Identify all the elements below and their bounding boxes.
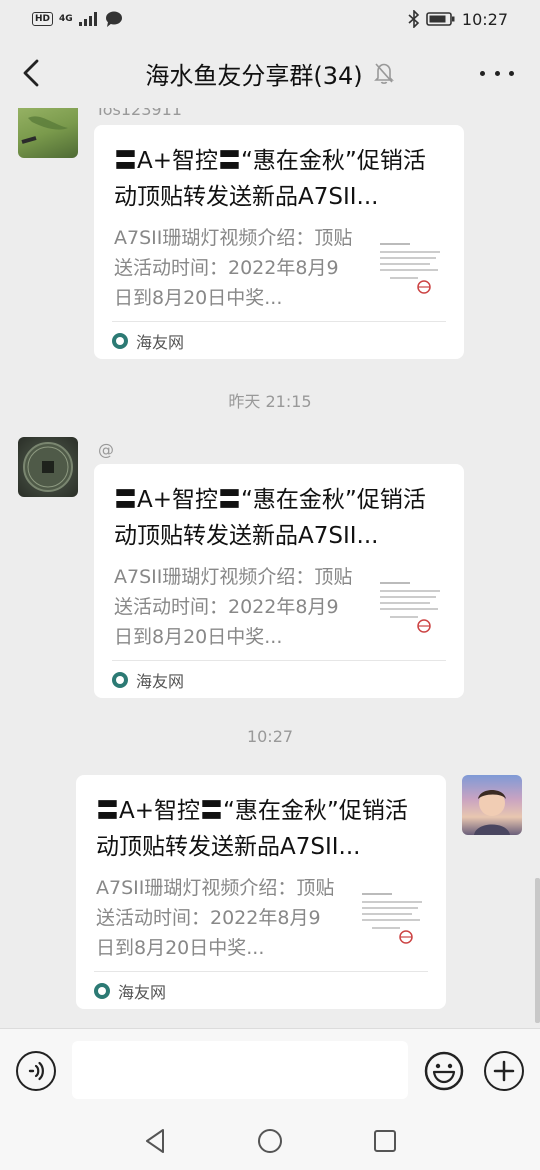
more-dot [509, 70, 514, 76]
emoji-button[interactable] [424, 1051, 464, 1091]
card-description: A7SII珊瑚灯视频介绍：顶贴送活动时间：2022年8月9日到8月20日中奖..… [96, 877, 335, 959]
square-recent-icon [374, 1130, 396, 1152]
card-thumbnail [376, 572, 446, 642]
status-right: 10:27 [408, 10, 508, 29]
signal-icon [78, 12, 97, 26]
chat-message-list[interactable]: Ios123911 〓A+智控〓“惠在金秋”促销活动顶贴转发送新品A7SII..… [0, 108, 540, 1028]
message-timestamp: 10:27 [246, 727, 294, 746]
card-source: 海友网 [112, 329, 184, 353]
battery-icon [426, 12, 455, 26]
system-back-button[interactable] [140, 1126, 170, 1156]
triangle-back-icon [146, 1129, 164, 1153]
emoji-icon [424, 1051, 464, 1091]
chat-scrollbar[interactable] [535, 878, 540, 1023]
page-title: 海水鱼友分享群(34) [145, 61, 363, 90]
link-card[interactable]: 〓A+智控〓“惠在金秋”促销活动顶贴转发送新品A7SII... A7SII珊瑚灯… [76, 775, 446, 1009]
source-name: 海友网 [136, 672, 185, 691]
card-title: 〓A+智控〓“惠在金秋”促销活动顶贴转发送新品A7SII... [114, 148, 426, 210]
status-left: HD 4G [32, 11, 123, 27]
own-avatar[interactable] [462, 775, 522, 835]
card-body: A7SII珊瑚灯视频介绍：顶贴送活动时间：2022年8月9日到8月20日中奖..… [114, 562, 446, 652]
coin-avatar-image [23, 442, 73, 492]
card-divider [112, 660, 446, 661]
message-input[interactable] [72, 1041, 408, 1099]
network-type: 4G [59, 14, 73, 24]
child-avatar-image [474, 790, 510, 835]
more-dot [494, 70, 500, 76]
system-home-button[interactable] [255, 1126, 285, 1156]
plus-icon [493, 1060, 515, 1082]
source-logo-icon [112, 333, 128, 349]
circle-home-icon [258, 1129, 282, 1153]
card-title: 〓A+智控〓“惠在金秋”促销活动顶贴转发送新品A7SII... [114, 487, 426, 549]
message-timestamp: 昨天 21:15 [228, 392, 312, 411]
chevron-left-icon [23, 59, 39, 87]
source-name: 海友网 [118, 983, 167, 1002]
more-options-button[interactable] [480, 58, 514, 88]
bell-off-icon [373, 63, 394, 84]
source-name: 海友网 [136, 333, 185, 352]
card-divider [94, 971, 428, 972]
sender-name: Ios123911 [98, 108, 182, 119]
card-description: A7SII珊瑚灯视频介绍：顶贴送活动时间：2022年8月9日到8月20日中奖..… [114, 566, 353, 648]
link-card[interactable]: 〓A+智控〓“惠在金秋”促销活动顶贴转发送新品A7SII... A7SII珊瑚灯… [94, 125, 464, 359]
source-logo-icon [112, 672, 128, 688]
voice-icon [28, 1061, 44, 1081]
title-group: 海水鱼友分享群(34) [145, 56, 394, 91]
source-logo-icon [94, 983, 110, 999]
card-thumbnail [376, 233, 446, 303]
hd-badge: HD [32, 12, 54, 26]
chat-header: 海水鱼友分享群(34) [0, 38, 540, 108]
card-description: A7SII珊瑚灯视频介绍：顶贴送活动时间：2022年8月9日到8月20日中奖..… [114, 227, 353, 309]
card-title: 〓A+智控〓“惠在金秋”促销活动顶贴转发送新品A7SII... [96, 798, 408, 860]
system-navigation-bar [0, 1112, 540, 1170]
more-dot [480, 70, 485, 76]
bluetooth-icon [408, 10, 420, 28]
status-time: 10:27 [461, 9, 508, 29]
more-actions-button[interactable] [484, 1051, 524, 1091]
voice-button[interactable] [16, 1051, 56, 1091]
card-source: 海友网 [94, 979, 166, 1003]
link-card[interactable]: 〓A+智控〓“惠在金秋”促销活动顶贴转发送新品A7SII... A7SII珊瑚灯… [94, 464, 464, 698]
status-bar: HD 4G 10:27 [0, 0, 540, 38]
card-thumbnail [358, 883, 428, 953]
message-notification-icon [105, 11, 122, 27]
card-divider [112, 321, 446, 322]
message-input-bar [0, 1028, 540, 1112]
card-body: A7SII珊瑚灯视频介绍：顶贴送活动时间：2022年8月9日到8月20日中奖..… [114, 223, 446, 313]
sender-avatar[interactable] [18, 108, 78, 158]
system-recent-button[interactable] [370, 1126, 400, 1156]
back-button[interactable] [16, 56, 46, 90]
card-body: A7SII珊瑚灯视频介绍：顶贴送活动时间：2022年8月9日到8月20日中奖..… [96, 873, 428, 963]
leaf-avatar-image [21, 116, 68, 144]
card-source: 海友网 [112, 668, 184, 692]
sender-avatar[interactable] [18, 437, 78, 497]
sender-name: @ [98, 440, 114, 459]
